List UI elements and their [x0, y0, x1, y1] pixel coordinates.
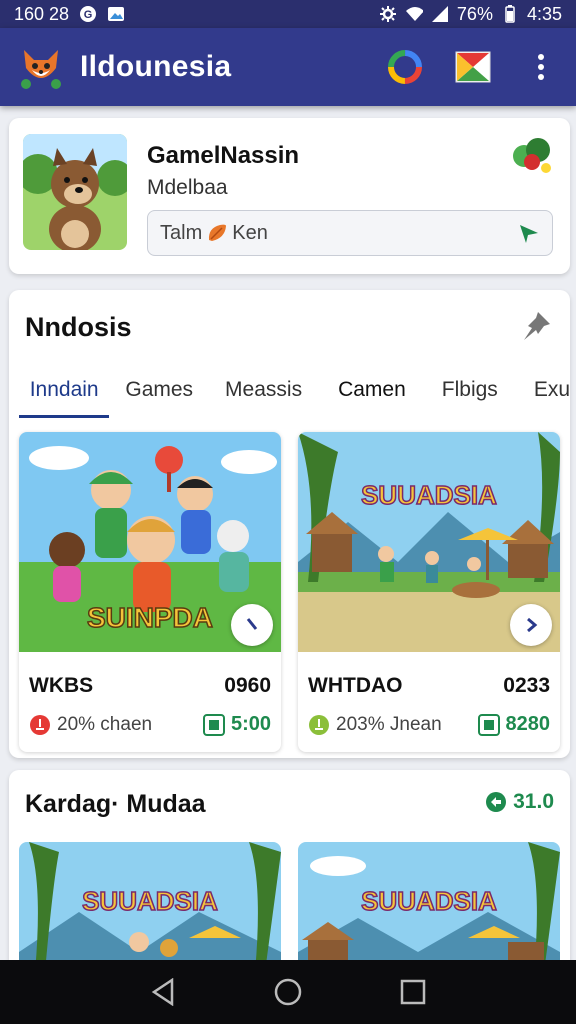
image-notification-icon [107, 5, 125, 23]
chevron-right-icon [246, 618, 258, 630]
game-card[interactable]: SUUADSIA WHTDAO 0233 203% Jnean 8280 [298, 432, 560, 752]
second-section: Kardag· Mudaa 31.0 SUUADSIA SUUADSIA [9, 770, 570, 970]
timer-icon [477, 713, 500, 736]
game-title: WHTDAO [308, 674, 403, 697]
battery-percent: 76% [456, 3, 493, 24]
next-button[interactable] [510, 604, 552, 646]
gear-icon [379, 5, 397, 23]
game-thumbnail[interactable]: SUUADSIA [298, 842, 560, 970]
signal-icon [431, 5, 449, 23]
section2-title: Kardag· Mudaa [25, 790, 206, 818]
thumbnail-banner-text: SUUADSIA [82, 886, 218, 916]
tab-exu[interactable]: Exu [534, 366, 570, 418]
game-score: 0960 [224, 674, 271, 697]
thumbnail-banner-text: SUUADSIA [361, 480, 497, 510]
avatar[interactable] [23, 134, 127, 250]
flag-button[interactable] [454, 48, 492, 86]
battery-icon [501, 5, 519, 23]
recents-icon [401, 979, 426, 1005]
status-left-text: 160 28 [14, 3, 70, 24]
app-notification-icon: G [79, 5, 97, 23]
game-meta: 20% chaen [29, 714, 152, 736]
clock: 4:35 [526, 3, 562, 24]
game-score: 0233 [503, 674, 550, 697]
game-timer: 8280 [477, 713, 551, 736]
berry-badge-icon [508, 132, 556, 180]
alert-icon [308, 714, 330, 736]
game-meta-text: 20% chaen [57, 714, 153, 735]
status-bar: 160 28 G 76% 4:35 [0, 0, 576, 28]
profile-card: GamelNassin Mdelbaa Talm Ken [9, 118, 570, 274]
field-after-text: Ken [232, 221, 268, 244]
tab-games[interactable]: Games [125, 366, 193, 418]
section-title: Nndosis [25, 312, 132, 342]
more-vert-icon [538, 54, 544, 80]
game-thumbnail[interactable]: SUUADSIA [19, 842, 281, 970]
profile-name: GamelNassin [147, 142, 300, 169]
tab-bar: Inndain Games Meassis Camen Flbigs Exu [9, 366, 570, 418]
system-nav-bar [0, 960, 576, 1024]
home-icon [274, 978, 302, 1006]
games-section: Nndosis Inndain Games Meassis Camen Flbi… [9, 290, 570, 758]
profile-input-field[interactable]: Talm Ken [147, 210, 553, 256]
refresh-icon [485, 791, 507, 813]
timer-text: 5:00 [230, 713, 271, 735]
field-before-text: Talm [160, 221, 203, 244]
home-button[interactable] [268, 972, 308, 1012]
tab-inndain[interactable]: Inndain [19, 366, 110, 418]
alert-icon [29, 714, 51, 736]
flag-icon [455, 51, 491, 83]
game-title: WKBS [29, 674, 94, 697]
thumbnail-banner-text: SUINPDA [87, 602, 213, 633]
tab-camen[interactable]: Camen [338, 366, 406, 418]
game-meta-text: 203% Jnean [336, 714, 442, 735]
pin-button[interactable] [518, 308, 554, 344]
chevron-right-icon [527, 617, 538, 633]
google-button[interactable] [386, 48, 424, 86]
wifi-icon [405, 5, 423, 23]
section2-badge: 31.0 [485, 790, 554, 814]
tab-meassis[interactable]: Meassis [225, 366, 302, 418]
timer-icon [202, 713, 225, 736]
leaf-icon [206, 222, 228, 244]
send-icon[interactable] [516, 221, 540, 245]
next-button[interactable] [231, 604, 273, 646]
profile-subtitle: Mdelbaa [147, 176, 228, 199]
google-icon [388, 50, 422, 84]
back-button[interactable] [143, 972, 183, 1012]
game-card[interactable]: SUINPDA WKBS 0960 20% chaen 5:00 [19, 432, 281, 752]
tab-flbigs[interactable]: Flbigs [442, 366, 498, 418]
more-menu-button[interactable] [522, 48, 560, 86]
pin-icon [524, 312, 550, 340]
thumbnail-banner-text: SUUADSIA [361, 886, 497, 916]
svg-text:G: G [84, 9, 93, 21]
section2-badge-text: 31.0 [513, 790, 554, 813]
app-bar: Ildounesia [0, 28, 576, 106]
app-title: Ildounesia [80, 50, 232, 83]
game-timer: 5:00 [202, 713, 271, 736]
back-icon [151, 978, 173, 1006]
timer-text: 8280 [505, 713, 551, 735]
fox-logo-icon [16, 42, 66, 92]
game-meta: 203% Jnean [308, 714, 442, 736]
recents-button[interactable] [393, 972, 433, 1012]
